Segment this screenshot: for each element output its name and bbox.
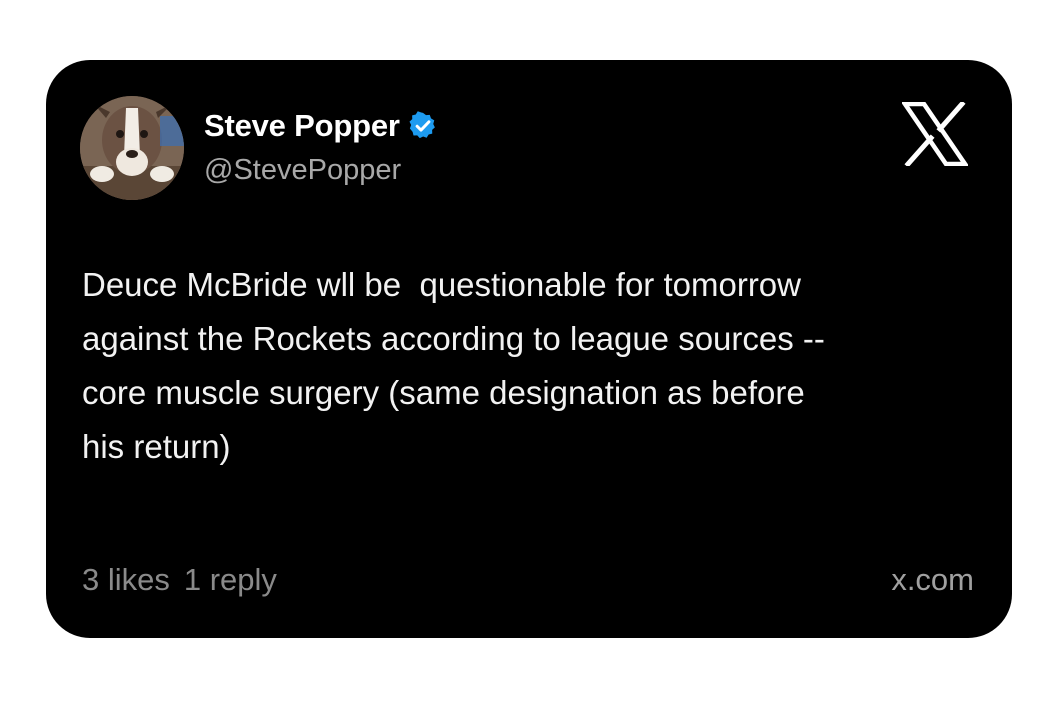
tweet-text: Deuce McBride wll be questionable for to… — [82, 266, 825, 465]
x-logo-icon[interactable] — [900, 100, 970, 168]
author-name-row[interactable]: Steve Popper — [204, 108, 438, 144]
likes-count[interactable]: 3 likes — [82, 560, 170, 600]
replies-count[interactable]: 1 reply — [184, 560, 277, 600]
dog-avatar-icon[interactable] — [80, 96, 184, 200]
author-display-name[interactable]: Steve Popper — [204, 108, 400, 144]
tweet-card[interactable]: Steve Popper @StevePopper Deuce McBride … — [46, 60, 1012, 638]
author-handle[interactable]: @StevePopper — [204, 152, 401, 188]
tweet-stats: 3 likes 1 reply — [82, 560, 277, 600]
verified-badge-icon — [408, 111, 438, 141]
source-domain-link[interactable]: x.com — [891, 560, 974, 600]
